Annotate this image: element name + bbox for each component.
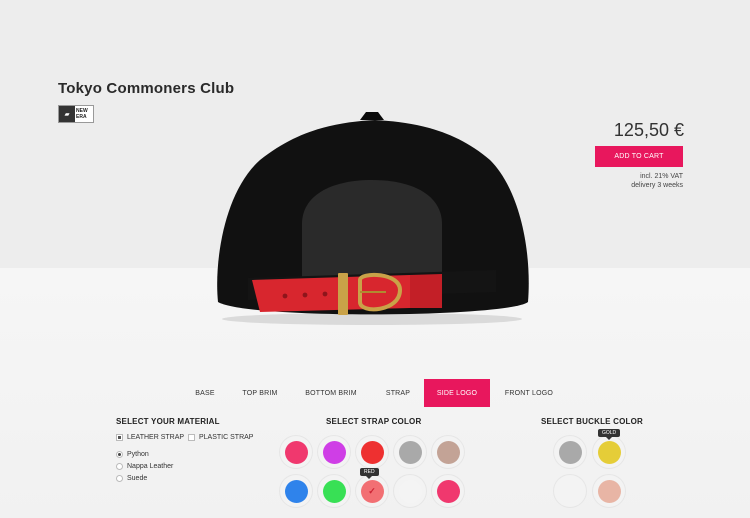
color-dot xyxy=(558,440,582,464)
radio-icon xyxy=(116,451,123,458)
cap-back-opening xyxy=(302,180,442,282)
color-dot xyxy=(360,440,384,464)
brand-logo: ▰ NEW ERA xyxy=(58,105,94,123)
color-swatch-magenta[interactable] xyxy=(318,436,350,468)
color-swatch-gold[interactable] xyxy=(593,436,625,468)
color-swatch-white[interactable] xyxy=(554,475,586,507)
color-swatch-rose-gold[interactable] xyxy=(593,475,625,507)
cap-preview-image xyxy=(217,112,529,325)
plastic-strap-label: PLASTIC STRAP xyxy=(199,434,254,441)
color-swatch-pink[interactable] xyxy=(280,436,312,468)
color-dot: ✓ xyxy=(360,479,384,503)
checkbox-icon xyxy=(116,434,123,441)
color-swatch-green[interactable] xyxy=(318,475,350,507)
color-swatch-light-red[interactable]: ✓ xyxy=(356,475,388,507)
color-dot xyxy=(558,479,582,503)
customization-tabs: BASE TOP BRIM BOTTOM BRIM STRAP SIDE LOG… xyxy=(180,379,568,407)
color-dot xyxy=(322,479,346,503)
checkbox-icon xyxy=(188,434,195,441)
plastic-strap-checkbox[interactable]: PLASTIC STRAP xyxy=(188,434,253,441)
cap-strap-end xyxy=(410,274,442,308)
color-dot xyxy=(398,479,422,503)
color-swatch-grey[interactable] xyxy=(394,436,426,468)
nappa-leather-radio[interactable]: Nappa Leather xyxy=(116,463,173,470)
material-title: SELECT YOUR MATERIAL xyxy=(116,417,220,426)
vat-note: incl. 21% VAT xyxy=(640,173,683,180)
brand-logo-mark: ▰ xyxy=(59,106,75,122)
color-dot xyxy=(597,479,621,503)
cap-shadow xyxy=(222,313,522,325)
color-swatch-blue[interactable] xyxy=(280,475,312,507)
color-swatch-white[interactable] xyxy=(394,475,426,507)
buckle-color-title: SELECT BUCKLE COLOR xyxy=(541,417,644,426)
radio-icon xyxy=(116,463,123,470)
color-dot xyxy=(597,440,621,464)
tab-strap[interactable]: STRAP xyxy=(372,379,424,407)
color-swatch-pink[interactable] xyxy=(432,475,464,507)
nappa-leather-label: Nappa Leather xyxy=(127,463,174,470)
strap-color-title: SELECT STRAP COLOR xyxy=(326,417,422,426)
price-notes: incl. 21% VAT delivery 3 weeks xyxy=(631,172,683,190)
color-dot xyxy=(322,440,346,464)
color-swatch-taupe[interactable] xyxy=(432,436,464,468)
color-dot xyxy=(436,479,460,503)
color-dot xyxy=(284,479,308,503)
brand-logo-text: NEW ERA xyxy=(76,108,88,120)
tab-top-brim[interactable]: TOP BRIM xyxy=(230,379,290,407)
selected-check-icon: ✓ xyxy=(368,485,376,496)
tab-front-logo[interactable]: FRONT LOGO xyxy=(490,379,568,407)
tab-base[interactable]: BASE xyxy=(180,379,230,407)
product-title: Tokyo Commoners Club xyxy=(58,80,235,97)
suede-radio[interactable]: Suede xyxy=(116,475,147,482)
color-dot xyxy=(398,440,422,464)
leather-strap-label: LEATHER STRAP xyxy=(127,434,185,441)
strap-color-tooltip: RED xyxy=(360,468,379,479)
product-price: 125,50 € xyxy=(613,120,684,140)
buckle-color-tooltip: GOLD xyxy=(598,429,621,440)
color-dot xyxy=(436,440,460,464)
delivery-note: delivery 3 weeks xyxy=(631,182,683,189)
cap-button xyxy=(360,112,384,120)
color-swatch-red[interactable] xyxy=(356,436,388,468)
python-label: Python xyxy=(127,451,149,458)
python-radio[interactable]: Python xyxy=(116,451,149,458)
buckle-keeper xyxy=(338,273,348,315)
tab-bottom-brim[interactable]: BOTTOM BRIM xyxy=(290,379,372,407)
add-to-cart-button[interactable]: ADD TO CART xyxy=(595,146,683,167)
suede-label: Suede xyxy=(127,475,148,482)
leather-strap-checkbox[interactable]: LEATHER STRAP xyxy=(116,434,184,441)
color-swatch-silver[interactable] xyxy=(554,436,586,468)
radio-icon xyxy=(116,475,123,482)
color-dot xyxy=(284,440,308,464)
tab-side-logo[interactable]: SIDE LOGO xyxy=(424,379,490,407)
